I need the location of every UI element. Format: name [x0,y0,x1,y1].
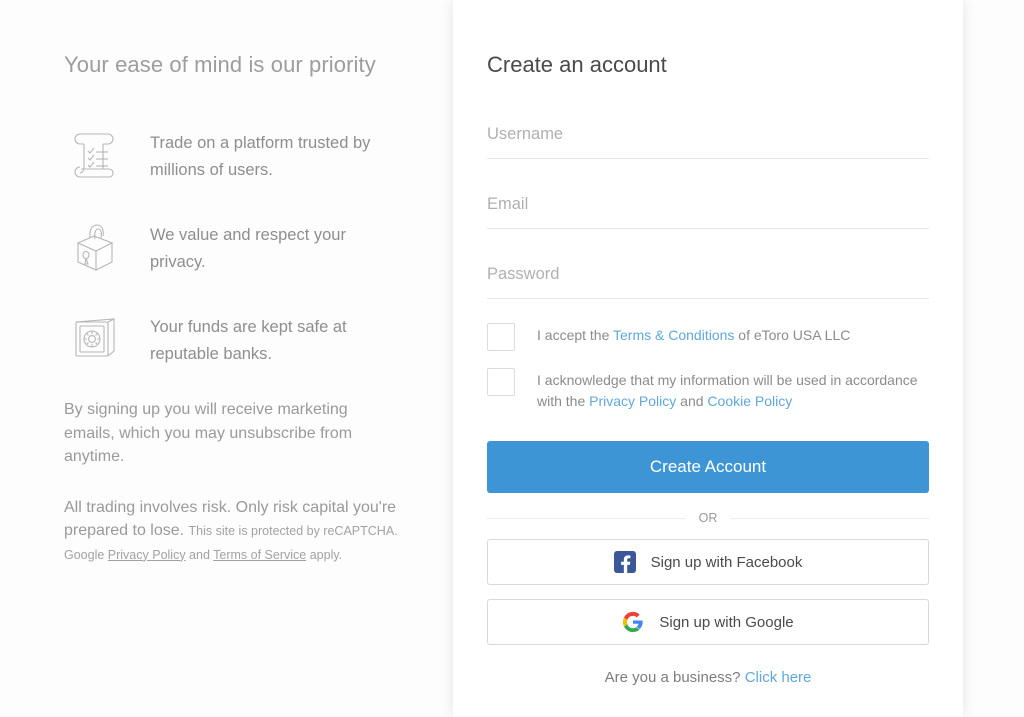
benefit-item-privacy: We value and respect your privacy. [64,214,453,280]
privacy-checkbox[interactable] [487,368,515,396]
privacy-consent-label: I acknowledge that my information will b… [515,367,929,412]
terms-text-after: of eToro USA LLC [734,327,851,343]
business-click-here-link[interactable]: Click here [745,669,812,686]
google-signup-label: Sign up with Google [659,613,794,631]
username-field-wrapper [487,112,929,159]
benefits-heading: Your ease of mind is our priority [64,52,376,77]
terms-and-conditions-link[interactable]: Terms & Conditions [613,327,734,343]
or-label: OR [698,511,718,525]
business-signup-line: Are you a business? Click here [487,669,929,686]
or-divider: OR [487,511,929,525]
cookie-policy-link[interactable]: Cookie Policy [707,393,792,409]
benefit-text: Your funds are kept safe at reputable ba… [150,318,347,363]
terms-checkbox[interactable] [487,323,515,351]
safe-vault-icon [64,306,126,368]
marketing-disclaimer: By signing up you will receive marketing… [64,401,353,465]
terms-text-before: I accept the [537,327,614,343]
password-input[interactable] [487,252,929,296]
google-signup-button[interactable]: Sign up with Google [487,599,929,645]
risk-disclaimer: All trading involves risk. Only risk cap… [64,496,416,567]
benefits-list: Trade on a platform trusted by millions … [64,122,453,372]
username-input[interactable] [487,112,929,156]
privacy-policy-link[interactable]: Privacy Policy [589,393,676,409]
recaptcha-note-and: and [185,547,214,562]
business-question: Are you a business? [604,669,745,686]
google-icon [622,611,644,633]
recaptcha-note-after: apply. [306,547,343,562]
facebook-signup-label: Sign up with Facebook [650,553,803,571]
padlock-icon [64,214,126,276]
email-input[interactable] [487,182,929,226]
facebook-signup-button[interactable]: Sign up with Facebook [487,539,929,585]
scroll-checklist-icon [64,122,126,184]
email-field-wrapper [487,182,929,229]
benefit-item-trusted-platform: Trade on a platform trusted by millions … [64,122,453,188]
benefit-text: Trade on a platform trusted by millions … [150,134,371,179]
password-field-wrapper [487,252,929,299]
facebook-icon [613,551,636,573]
benefits-panel: Your ease of mind is our priority Trade … [0,0,453,717]
google-terms-of-service-link[interactable]: Terms of Service [213,548,306,562]
terms-consent-row: I accept the Terms & Conditions of eToro… [487,322,929,351]
privacy-text-middle: and [676,393,708,409]
signup-card: Create an account I accept the Terms & C… [453,0,963,717]
benefit-item-funds-safe: Your funds are kept safe at reputable ba… [64,306,453,372]
benefit-text: We value and respect your privacy. [150,226,346,271]
privacy-consent-row: I acknowledge that my information will b… [487,367,929,412]
create-account-button[interactable]: Create Account [487,441,929,493]
signup-title: Create an account [487,52,667,77]
terms-consent-label: I accept the Terms & Conditions of eToro… [515,322,850,346]
google-privacy-policy-link[interactable]: Privacy Policy [108,548,186,562]
